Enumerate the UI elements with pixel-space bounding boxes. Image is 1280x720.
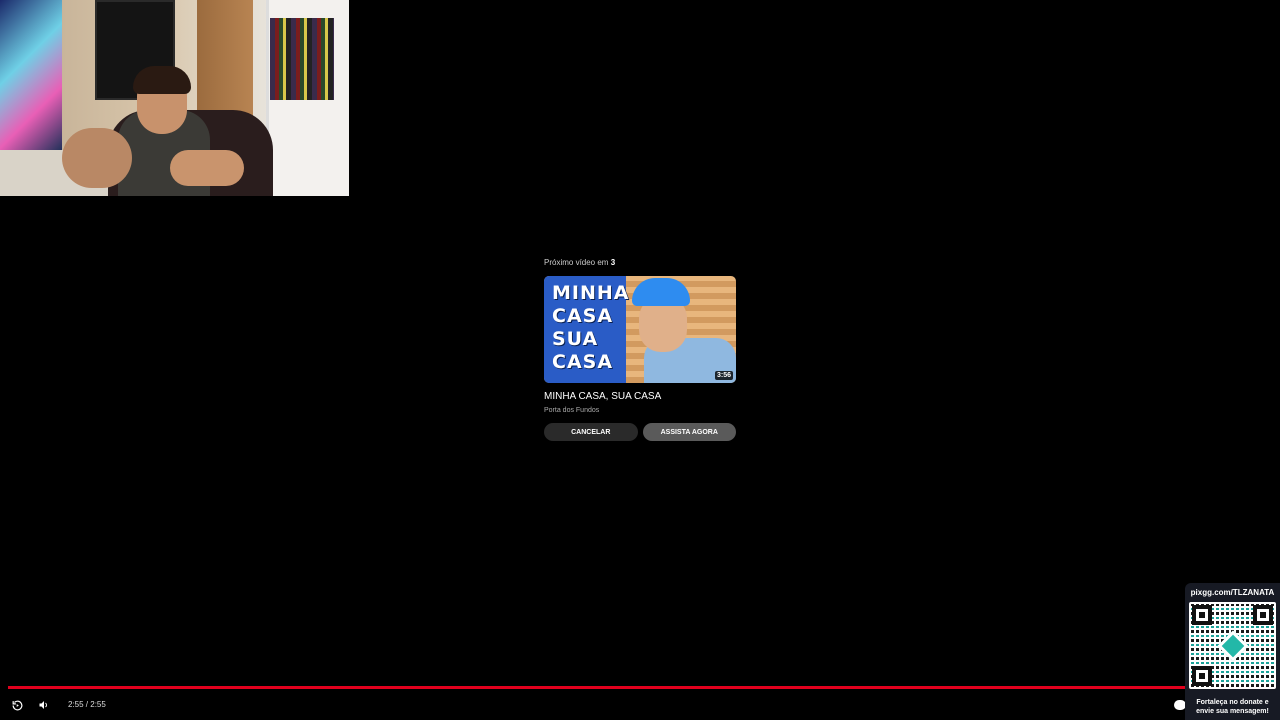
upnext-channel: Porta dos Fundos (544, 407, 600, 414)
cancel-button[interactable]: CANCELAR (544, 423, 638, 441)
time-display: 2:55 / 2:55 (68, 700, 106, 709)
donation-url: pixgg.com/TLZANATA (1190, 588, 1275, 597)
thumbnail-helmet (632, 278, 690, 306)
thumbnail-text: MINHA CASA SUA CASA (552, 282, 630, 373)
qr-finder-top-left (1192, 605, 1212, 625)
donation-widget: pixgg.com/TLZANATA Fortaleça no donate e… (1185, 583, 1280, 720)
upnext-title[interactable]: MINHA CASA, SUA CASA (544, 391, 736, 403)
webcam-overlay (0, 0, 349, 196)
webcam-arm-left (62, 128, 132, 188)
webcam-clothes (270, 18, 334, 100)
webcam-monitor (0, 0, 62, 150)
qr-finder-top-right (1253, 605, 1273, 625)
webcam-hair (133, 66, 191, 94)
upnext-card: Próximo vídeo em 3 MINHA CASA SUA CASA 3… (544, 257, 736, 441)
replay-icon[interactable] (10, 698, 24, 712)
upnext-countdown-value: 3 (610, 258, 616, 267)
progress-bar[interactable] (8, 686, 1272, 689)
donation-message: Fortaleça no donate e envie sua mensagem… (1196, 699, 1269, 715)
upnext-countdown: Próximo vídeo em 3 (544, 257, 736, 269)
volume-icon[interactable] (37, 698, 51, 712)
progress-fill (8, 686, 1272, 689)
qr-code (1189, 602, 1276, 689)
watch-now-button[interactable]: ASSISTA AGORA (642, 423, 736, 441)
upnext-countdown-prefix: Próximo vídeo em (544, 258, 609, 267)
upnext-thumbnail[interactable]: MINHA CASA SUA CASA 3:56 (544, 276, 736, 383)
upnext-buttons: CANCELAR ASSISTA AGORA (544, 423, 736, 441)
duration-badge: 3:56 (714, 371, 733, 380)
qr-finder-bottom-left (1192, 666, 1212, 686)
webcam-arm-right (170, 150, 244, 186)
